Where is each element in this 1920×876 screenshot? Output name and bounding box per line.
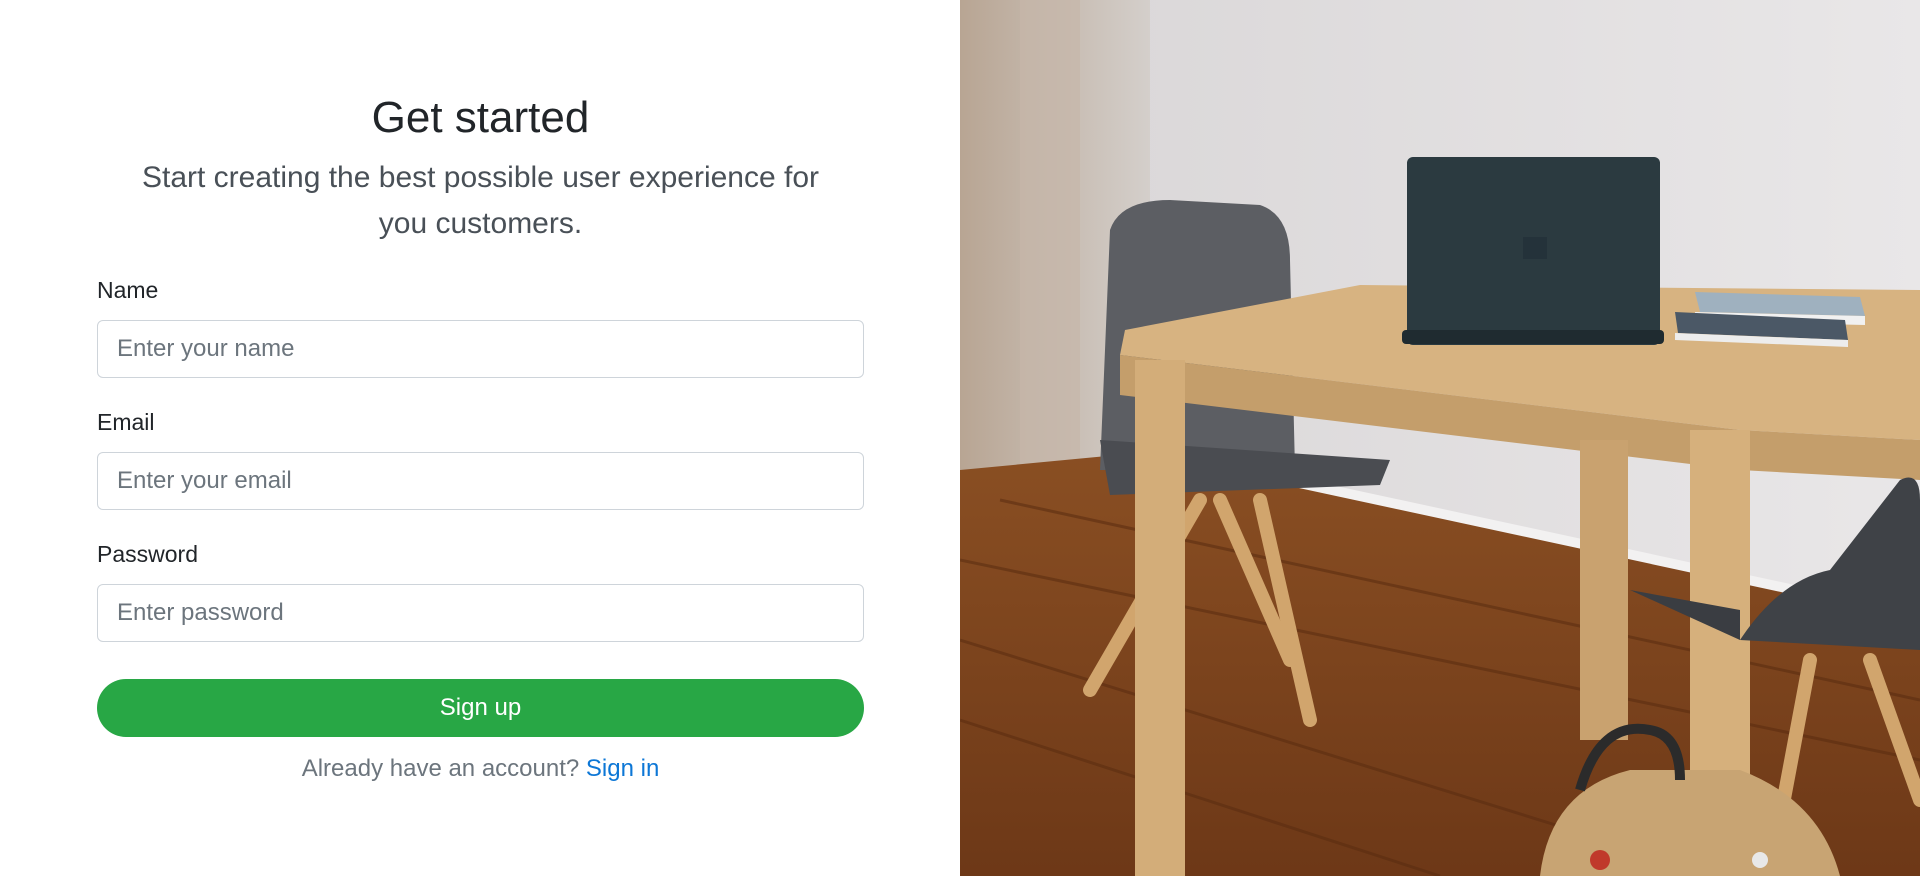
signup-form-panel: Get started Start creating the best poss… xyxy=(0,0,960,876)
sign-in-link[interactable]: Sign in xyxy=(586,755,659,782)
page-subtitle: Start creating the best possible user ex… xyxy=(141,161,820,240)
name-input[interactable] xyxy=(97,320,864,378)
password-input[interactable] xyxy=(97,584,864,642)
signin-row: Already have an account? Sign in xyxy=(97,753,864,785)
signup-page: Get started Start creating the best poss… xyxy=(0,0,1920,876)
email-input[interactable] xyxy=(97,452,864,510)
name-label: Name xyxy=(97,277,159,303)
room-photo xyxy=(960,0,1920,876)
page-title: Get started xyxy=(371,93,590,142)
email-label: Email xyxy=(97,409,155,435)
password-label: Password xyxy=(97,541,198,567)
sign-up-button[interactable]: Sign up xyxy=(97,679,864,737)
signin-prompt: Already have an account? xyxy=(301,755,580,782)
